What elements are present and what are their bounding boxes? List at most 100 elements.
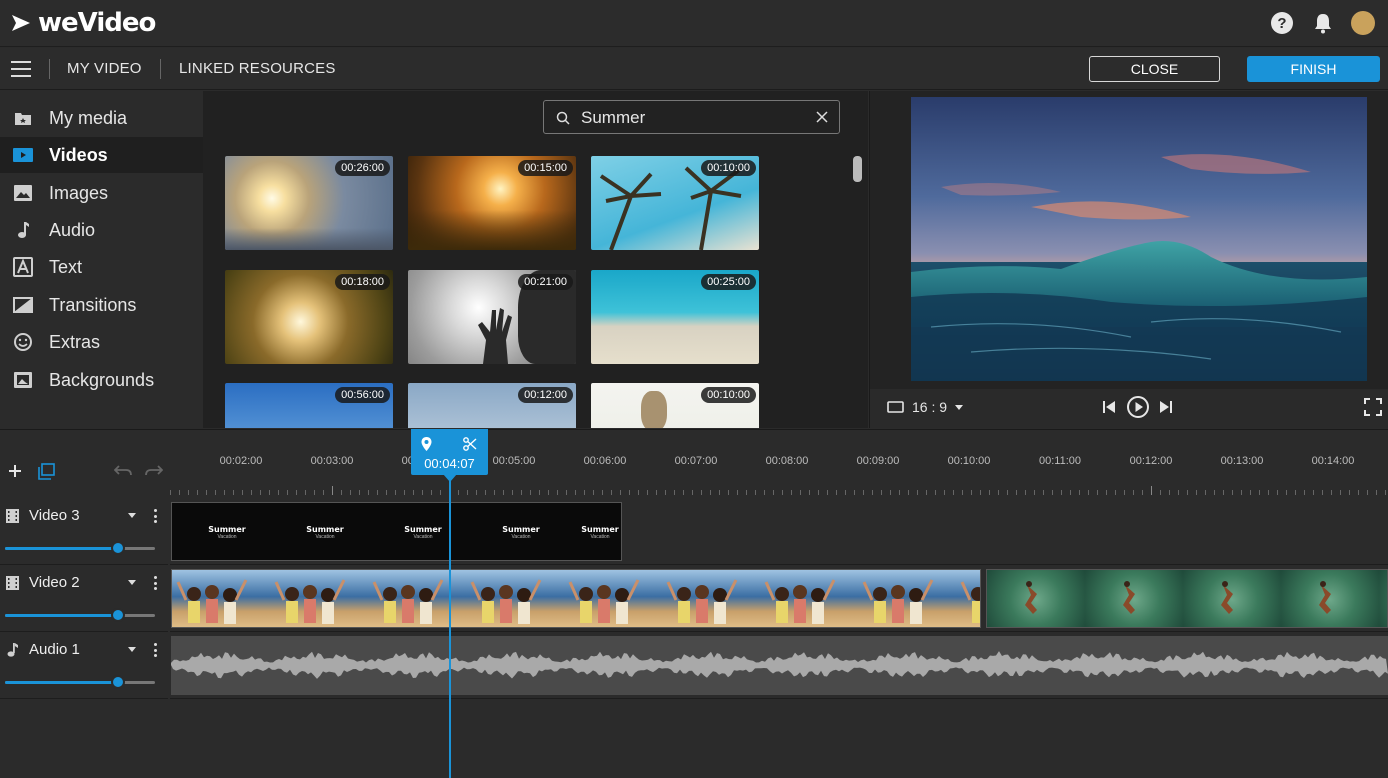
ruler-tick — [1016, 490, 1017, 495]
playhead-pointer[interactable] — [443, 474, 457, 482]
track-header-video-2: Video 2 — [0, 566, 168, 632]
scissors-split-icon[interactable] — [463, 437, 477, 451]
volume-knob[interactable] — [110, 675, 125, 689]
ruler-tick — [593, 490, 594, 495]
ruler-tick — [773, 490, 774, 495]
video-clip-friends[interactable] — [171, 569, 981, 628]
ruler-tick — [728, 490, 729, 495]
clear-search-icon[interactable] — [816, 111, 828, 123]
aspect-ratio-dropdown[interactable]: 16 : 9 — [887, 399, 964, 415]
sidebar-item-backgrounds[interactable]: Backgrounds — [0, 362, 203, 398]
skip-back-icon[interactable] — [1101, 399, 1117, 415]
finish-button[interactable]: FINISH — [1247, 56, 1380, 82]
wevideo-logo[interactable]: weVideo — [10, 8, 156, 38]
more-options-icon[interactable] — [153, 643, 157, 657]
my-media-icon — [13, 108, 33, 128]
videos-icon — [13, 145, 33, 165]
video-thumbnail[interactable]: 00:10:00 — [591, 383, 759, 428]
volume-knob[interactable] — [110, 541, 125, 555]
more-options-icon[interactable] — [153, 509, 157, 523]
layers-icon[interactable] — [38, 463, 55, 480]
video-thumbnail[interactable]: 00:15:00 — [408, 156, 576, 250]
menu-my-video[interactable]: MY VIDEO — [67, 60, 142, 77]
video-thumbnail[interactable]: 00:25:00 — [591, 270, 759, 364]
fullscreen-icon[interactable] — [1364, 398, 1382, 416]
ruler-tick — [971, 490, 972, 495]
video-clip-surfer[interactable] — [986, 569, 1388, 628]
track-lane-video-3[interactable]: Summer Vacation Summer Vacation Summer Vaca… — [170, 499, 1388, 565]
chevron-down-icon[interactable] — [128, 513, 136, 518]
search-input[interactable]: Summer — [581, 108, 645, 128]
preview-frame[interactable] — [911, 97, 1367, 381]
ruler-tick — [1034, 490, 1035, 495]
skip-forward-icon[interactable] — [1158, 399, 1174, 415]
sidebar-item-videos[interactable]: Videos — [0, 137, 203, 173]
sidebar-item-text[interactable]: Text — [0, 249, 203, 285]
sidebar-item-audio[interactable]: Audio — [0, 212, 203, 248]
track-volume-slider[interactable] — [5, 541, 155, 555]
ruler-tick — [782, 490, 783, 495]
thumbnail-duration: 00:12:00 — [518, 387, 573, 403]
marker-pin-icon[interactable] — [421, 437, 432, 451]
film-strip-icon — [6, 509, 19, 523]
playhead[interactable]: 00:04:07 — [411, 429, 488, 475]
ruler-tick-label: 00:13:00 — [1220, 455, 1264, 467]
media-scrollbar[interactable] — [853, 156, 862, 182]
chevron-down-icon[interactable] — [128, 647, 136, 652]
video-thumbnail[interactable]: 00:18:00 — [225, 270, 393, 364]
thumbnail-duration: 00:26:00 — [335, 160, 390, 176]
redo-icon[interactable] — [145, 464, 163, 477]
add-track-icon[interactable] — [8, 464, 22, 478]
ruler-tick — [242, 490, 243, 495]
help-icon[interactable]: ? — [1269, 10, 1295, 36]
track-volume-slider[interactable] — [5, 608, 155, 622]
video-thumbnail[interactable]: 00:10:00 — [591, 156, 759, 250]
title-card-line2: Vacation — [217, 533, 237, 540]
ruler-tick — [1259, 490, 1260, 495]
user-avatar[interactable] — [1350, 10, 1376, 36]
ruler-tick — [1214, 490, 1215, 495]
ruler-tick — [1205, 490, 1206, 495]
ruler-tick — [962, 490, 963, 495]
menu-linked-resources[interactable]: LINKED RESOURCES — [179, 60, 336, 77]
audio-clip[interactable] — [171, 636, 1388, 695]
track-name[interactable]: Video 3 — [29, 507, 80, 524]
sidebar-item-transitions[interactable]: Transitions — [0, 287, 203, 323]
video-thumbnail[interactable]: 00:12:00 — [408, 383, 576, 428]
sidebar-item-my-media[interactable]: My media — [0, 100, 203, 136]
ruler-tick — [1286, 490, 1287, 495]
track-lane-video-2[interactable] — [170, 566, 1388, 632]
sidebar-item-extras[interactable]: Extras — [0, 324, 203, 360]
track-lane-audio-1[interactable] — [170, 633, 1388, 699]
video-thumbnail[interactable]: 00:21:00 — [408, 270, 576, 364]
clip-frame — [368, 570, 466, 627]
title-card-line1: Summer — [208, 524, 246, 534]
volume-knob[interactable] — [110, 608, 125, 622]
play-icon[interactable] — [1126, 395, 1150, 419]
video-thumbnail[interactable]: 00:26:00 — [225, 156, 393, 250]
sidebar-item-images[interactable]: Images — [0, 175, 203, 211]
title-clip[interactable]: Summer Vacation Summer Vacation Summer Vaca… — [171, 502, 622, 561]
video-thumbnail[interactable]: 00:56:00 — [225, 383, 393, 428]
sidebar-item-label: Images — [49, 182, 109, 203]
chevron-down-icon[interactable] — [128, 580, 136, 585]
track-name[interactable]: Video 2 — [29, 574, 80, 591]
more-options-icon[interactable] — [153, 576, 157, 590]
ruler-tick — [224, 490, 225, 495]
audio-note-icon — [13, 220, 33, 240]
track-volume-slider[interactable] — [5, 675, 155, 689]
ruler-tick — [1088, 490, 1089, 495]
undo-icon[interactable] — [114, 464, 132, 477]
preview-controls: 16 : 9 — [870, 389, 1388, 428]
ruler-tick — [521, 490, 522, 495]
playhead-line[interactable] — [449, 476, 451, 778]
timeline-toolbar — [0, 460, 170, 484]
timeline-ruler[interactable]: 00:02:0000:03:0000:04:0000:05:0000:06:00… — [170, 430, 1388, 498]
hamburger-menu-icon[interactable] — [11, 61, 31, 77]
close-button[interactable]: CLOSE — [1089, 56, 1220, 82]
notifications-bell-icon[interactable] — [1310, 10, 1336, 36]
search-field[interactable]: Summer — [543, 100, 840, 134]
track-name[interactable]: Audio 1 — [29, 641, 80, 658]
ruler-tick — [206, 490, 207, 495]
ruler-tick — [602, 490, 603, 495]
